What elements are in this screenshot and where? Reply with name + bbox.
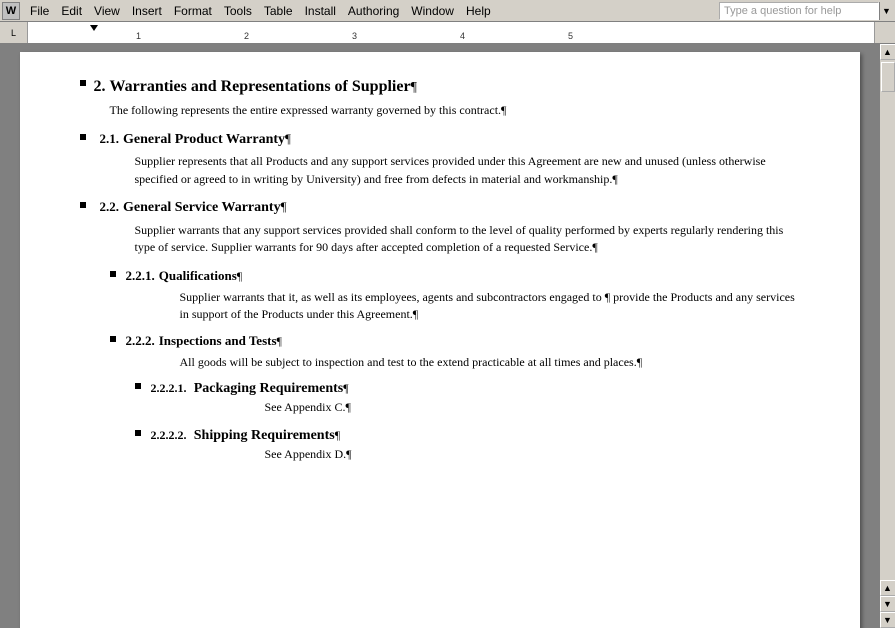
section-2222-body: See Appendix D.¶ (265, 446, 800, 463)
main-area: 2.Warranties and Representations of Supp… (0, 44, 895, 628)
section-221-title: Qualifications (159, 268, 237, 283)
ruler-tick-5: 5 (568, 31, 573, 41)
menu-edit[interactable]: Edit (55, 2, 88, 20)
bullet-22 (80, 202, 86, 208)
ruler-body: 1 2 3 4 5 // rendered via inline positio… (28, 22, 875, 43)
section-2221-row: 2.2.2.1. Packaging Requirements¶ (135, 379, 800, 399)
menu-file[interactable]: File (24, 2, 55, 20)
section-2222-title: Shipping Requirements (194, 428, 335, 443)
menu-help[interactable]: Help (460, 2, 497, 20)
section-2221-pilcrow: ¶ (343, 381, 348, 395)
scroll-area-btn-2[interactable]: ▼ (880, 596, 895, 612)
section-2222-number: 2.2.2.2. (151, 428, 187, 442)
ruler-right-margin (875, 22, 895, 43)
section-2-heading: 2.Warranties and Representations of Supp… (94, 76, 800, 98)
menu-install[interactable]: Install (299, 2, 342, 20)
menu-window[interactable]: Window (405, 2, 460, 20)
scroll-up-btn[interactable]: ▲ (880, 44, 895, 60)
bullet-222 (110, 336, 116, 342)
scroll-area-btn-1[interactable]: ▲ (880, 580, 895, 596)
section-222-heading: 2.2.2. Inspections and Tests¶ (126, 332, 800, 350)
menu-authoring[interactable]: Authoring (342, 2, 405, 20)
section-2-body: The following represents the entire expr… (110, 102, 800, 119)
section-22-number: 2.2. (100, 199, 120, 214)
scroll-area[interactable]: 2.Warranties and Representations of Supp… (0, 44, 879, 628)
section-222-row: 2.2.2. Inspections and Tests¶ (110, 332, 800, 350)
help-search-input[interactable]: Type a question for help (719, 2, 879, 20)
section-22-title: General Service Warranty (123, 200, 281, 215)
section-222-number: 2.2.2. (126, 333, 155, 348)
section-21-row: 2.1.General Product Warranty¶ (80, 130, 800, 150)
ruler-tick-4: 4 (460, 31, 465, 41)
section-222-pilcrow: ¶ (277, 334, 282, 348)
menu-table[interactable]: Table (258, 2, 299, 20)
section-221-row: 2.2.1. Qualifications¶ (110, 267, 800, 285)
bullet-2221 (135, 383, 141, 389)
section-2221-title: Packaging Requirements (194, 381, 343, 396)
section-2222-heading: 2.2.2.2. Shipping Requirements¶ (151, 426, 800, 446)
section-2222-pilcrow: ¶ (335, 428, 340, 442)
scroll-track[interactable] (880, 60, 895, 580)
scrollbar-vertical[interactable]: ▲ ▲ ▼ ▼ (879, 44, 895, 628)
section-21-heading: 2.1.General Product Warranty¶ (100, 130, 800, 150)
menu-tools[interactable]: Tools (218, 2, 258, 20)
section-2221-number: 2.2.2.1. (151, 381, 187, 395)
ruler-tick-2: 2 (244, 31, 249, 41)
section-222-body: All goods will be subject to inspection … (180, 354, 800, 371)
section-2221-heading: 2.2.2.1. Packaging Requirements¶ (151, 379, 800, 399)
document-page: 2.Warranties and Representations of Supp… (20, 52, 860, 628)
app-logo: W (2, 2, 20, 20)
section-22-row: 2.2.General Service Warranty¶ (80, 198, 800, 218)
menu-view[interactable]: View (88, 2, 126, 20)
ruler-tick-1: 1 (136, 31, 141, 41)
section-221-number: 2.2.1. (126, 268, 155, 283)
section-21-number: 2.1. (100, 131, 120, 146)
section-21-title: General Product Warranty (123, 132, 285, 147)
menu-insert[interactable]: Insert (126, 2, 168, 20)
ruler-margin-indicator: L (11, 28, 16, 38)
section-221-pilcrow: ¶ (237, 269, 242, 283)
section-2-title: Warranties and Representations of Suppli… (110, 78, 411, 95)
help-dropdown-btn[interactable]: ▼ (879, 2, 893, 20)
section-2-pilcrow: ¶ (411, 80, 417, 95)
bullet-21 (80, 134, 86, 140)
section-21-pilcrow: ¶ (285, 131, 291, 146)
ruler-indent-marker[interactable] (90, 25, 98, 31)
bullet-2 (80, 80, 86, 86)
section-2222-row: 2.2.2.2. Shipping Requirements¶ (135, 426, 800, 446)
menu-format[interactable]: Format (168, 2, 218, 20)
section-221-heading: 2.2.1. Qualifications¶ (126, 267, 800, 285)
section-2-number: 2. (94, 78, 106, 95)
bullet-2222 (135, 430, 141, 436)
section-221-body: Supplier warrants that it, as well as it… (180, 289, 800, 324)
section-21-body: Supplier represents that all Products an… (135, 153, 800, 188)
scroll-down-btn[interactable]: ▼ (880, 612, 895, 628)
section-222-title: Inspections and Tests (159, 333, 277, 348)
scroll-thumb[interactable] (881, 62, 895, 92)
section-2221-body: See Appendix C.¶ (265, 399, 800, 416)
menubar: W File Edit View Insert Format Tools Tab… (0, 0, 895, 22)
section-22-heading: 2.2.General Service Warranty¶ (100, 198, 800, 218)
ruler-tick-3: 3 (352, 31, 357, 41)
bullet-221 (110, 271, 116, 277)
ruler: L 1 2 3 4 5 // rendered via inline posit… (0, 22, 895, 44)
section-2-row: 2.Warranties and Representations of Supp… (80, 76, 800, 98)
ruler-ticks-svg: // rendered via inline positions (28, 22, 874, 43)
ruler-left-margin: L (0, 22, 28, 43)
section-22-body: Supplier warrants that any support servi… (135, 222, 800, 257)
doc-content: 2.Warranties and Representations of Supp… (80, 76, 800, 463)
section-22-pilcrow: ¶ (281, 199, 287, 214)
